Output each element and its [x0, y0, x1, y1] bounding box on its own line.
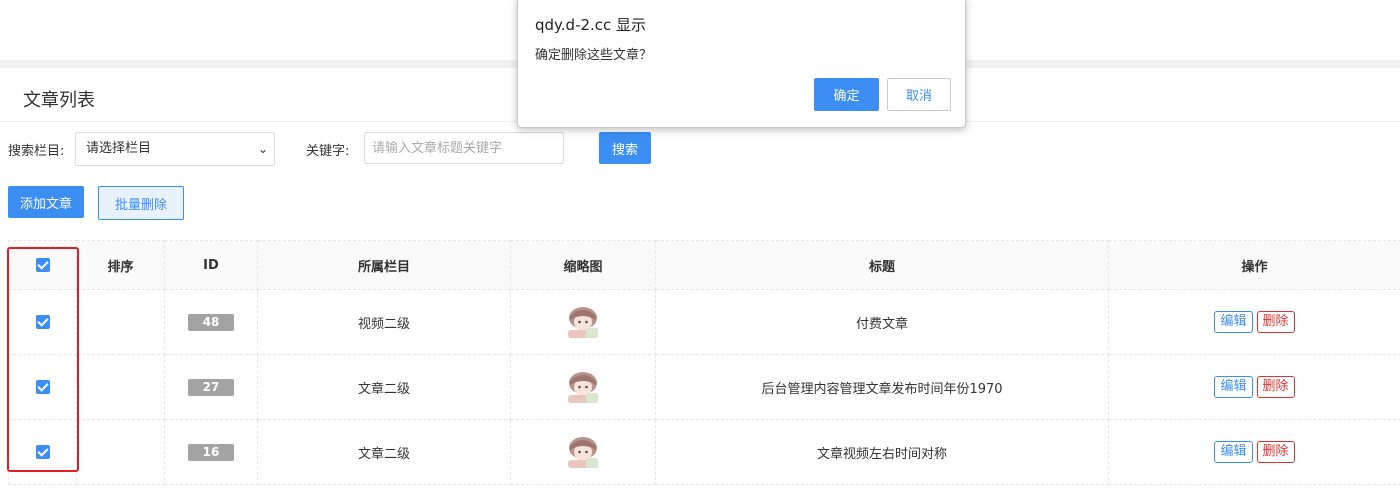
row-id: 48 [188, 313, 234, 331]
category-select[interactable]: 请选择栏目 ⌄ [75, 132, 275, 166]
row-title: 后台管理内容管理文章发布时间年份1970 [655, 354, 1109, 420]
page-title: 文章列表 [23, 90, 95, 111]
row-sort [76, 354, 165, 420]
table-row: 27 文章二级 后台管理内容管理文章发布时间年份1970 编辑 删除 [8, 354, 1400, 420]
row-sort [76, 289, 165, 355]
edit-button[interactable]: 编辑 [1214, 376, 1253, 398]
dialog-title: qdy.d-2.cc 显示 [535, 16, 647, 34]
row-id: 16 [188, 443, 234, 461]
category-select-value: 请选择栏目 [86, 141, 152, 156]
table-row: 16 文章二级 文章视频左右时间对称 编辑 删除 [8, 419, 1400, 485]
batch-delete-button[interactable]: 批量删除 [98, 186, 184, 220]
row-id-cell: 48 [164, 289, 258, 355]
confirm-dialog: qdy.d-2.cc 显示 确定删除这些文章？ 确定 取消 [517, 0, 966, 128]
table-row: 48 视频二级 付费文章 编辑 删除 [8, 289, 1400, 355]
row-select-cell[interactable] [8, 419, 77, 485]
row-actions: 编辑 删除 [1108, 354, 1400, 420]
row-thumbnail [510, 289, 656, 355]
chevron-down-icon: ⌄ [257, 142, 268, 156]
keyword-label: 关键字: [306, 144, 350, 159]
header-id: ID [164, 240, 258, 290]
thumbnail-image [568, 372, 598, 403]
delete-button[interactable]: 删除 [1256, 311, 1295, 333]
select-all-checkbox[interactable] [35, 258, 50, 272]
row-checkbox[interactable] [35, 445, 50, 459]
thumbnail-image [568, 437, 598, 468]
row-category: 文章二级 [257, 354, 511, 420]
row-title: 付费文章 [655, 289, 1109, 355]
row-id-cell: 27 [164, 354, 258, 420]
row-title: 文章视频左右时间对称 [655, 419, 1109, 485]
keyword-input[interactable] [364, 132, 564, 164]
row-select-cell[interactable] [8, 289, 77, 355]
row-actions: 编辑 删除 [1108, 289, 1400, 355]
edit-button[interactable]: 编辑 [1214, 441, 1253, 463]
dialog-ok-button[interactable]: 确定 [814, 78, 879, 111]
row-thumbnail [510, 419, 656, 485]
thumbnail-image [568, 307, 598, 338]
delete-button[interactable]: 删除 [1256, 376, 1295, 398]
row-checkbox[interactable] [35, 315, 50, 329]
header-select-all[interactable] [8, 240, 77, 290]
row-id: 27 [188, 378, 234, 396]
table-header-row: 排序 ID 所属栏目 缩略图 标题 操作 [8, 240, 1400, 290]
article-table: 排序 ID 所属栏目 缩略图 标题 操作 48 视频二级 付费文章 编辑 删除 27 文章二… [8, 240, 1400, 485]
header-actions: 操作 [1108, 240, 1400, 290]
row-checkbox[interactable] [35, 380, 50, 394]
add-article-button[interactable]: 添加文章 [8, 186, 84, 218]
header-category: 所属栏目 [257, 240, 511, 290]
row-select-cell[interactable] [8, 354, 77, 420]
edit-button[interactable]: 编辑 [1214, 311, 1253, 333]
category-label: 搜索栏目: [8, 144, 65, 159]
row-category: 文章二级 [257, 419, 511, 485]
row-category: 视频二级 [257, 289, 511, 355]
header-title: 标题 [655, 240, 1109, 290]
search-button[interactable]: 搜索 [599, 132, 651, 164]
delete-button[interactable]: 删除 [1256, 441, 1295, 463]
row-actions: 编辑 删除 [1108, 419, 1400, 485]
row-thumbnail [510, 354, 656, 420]
header-thumbnail: 缩略图 [510, 240, 656, 290]
row-sort [76, 419, 165, 485]
header-sort: 排序 [76, 240, 165, 290]
dialog-cancel-button[interactable]: 取消 [887, 78, 951, 111]
row-id-cell: 16 [164, 419, 258, 485]
dialog-message: 确定删除这些文章？ [535, 48, 653, 63]
